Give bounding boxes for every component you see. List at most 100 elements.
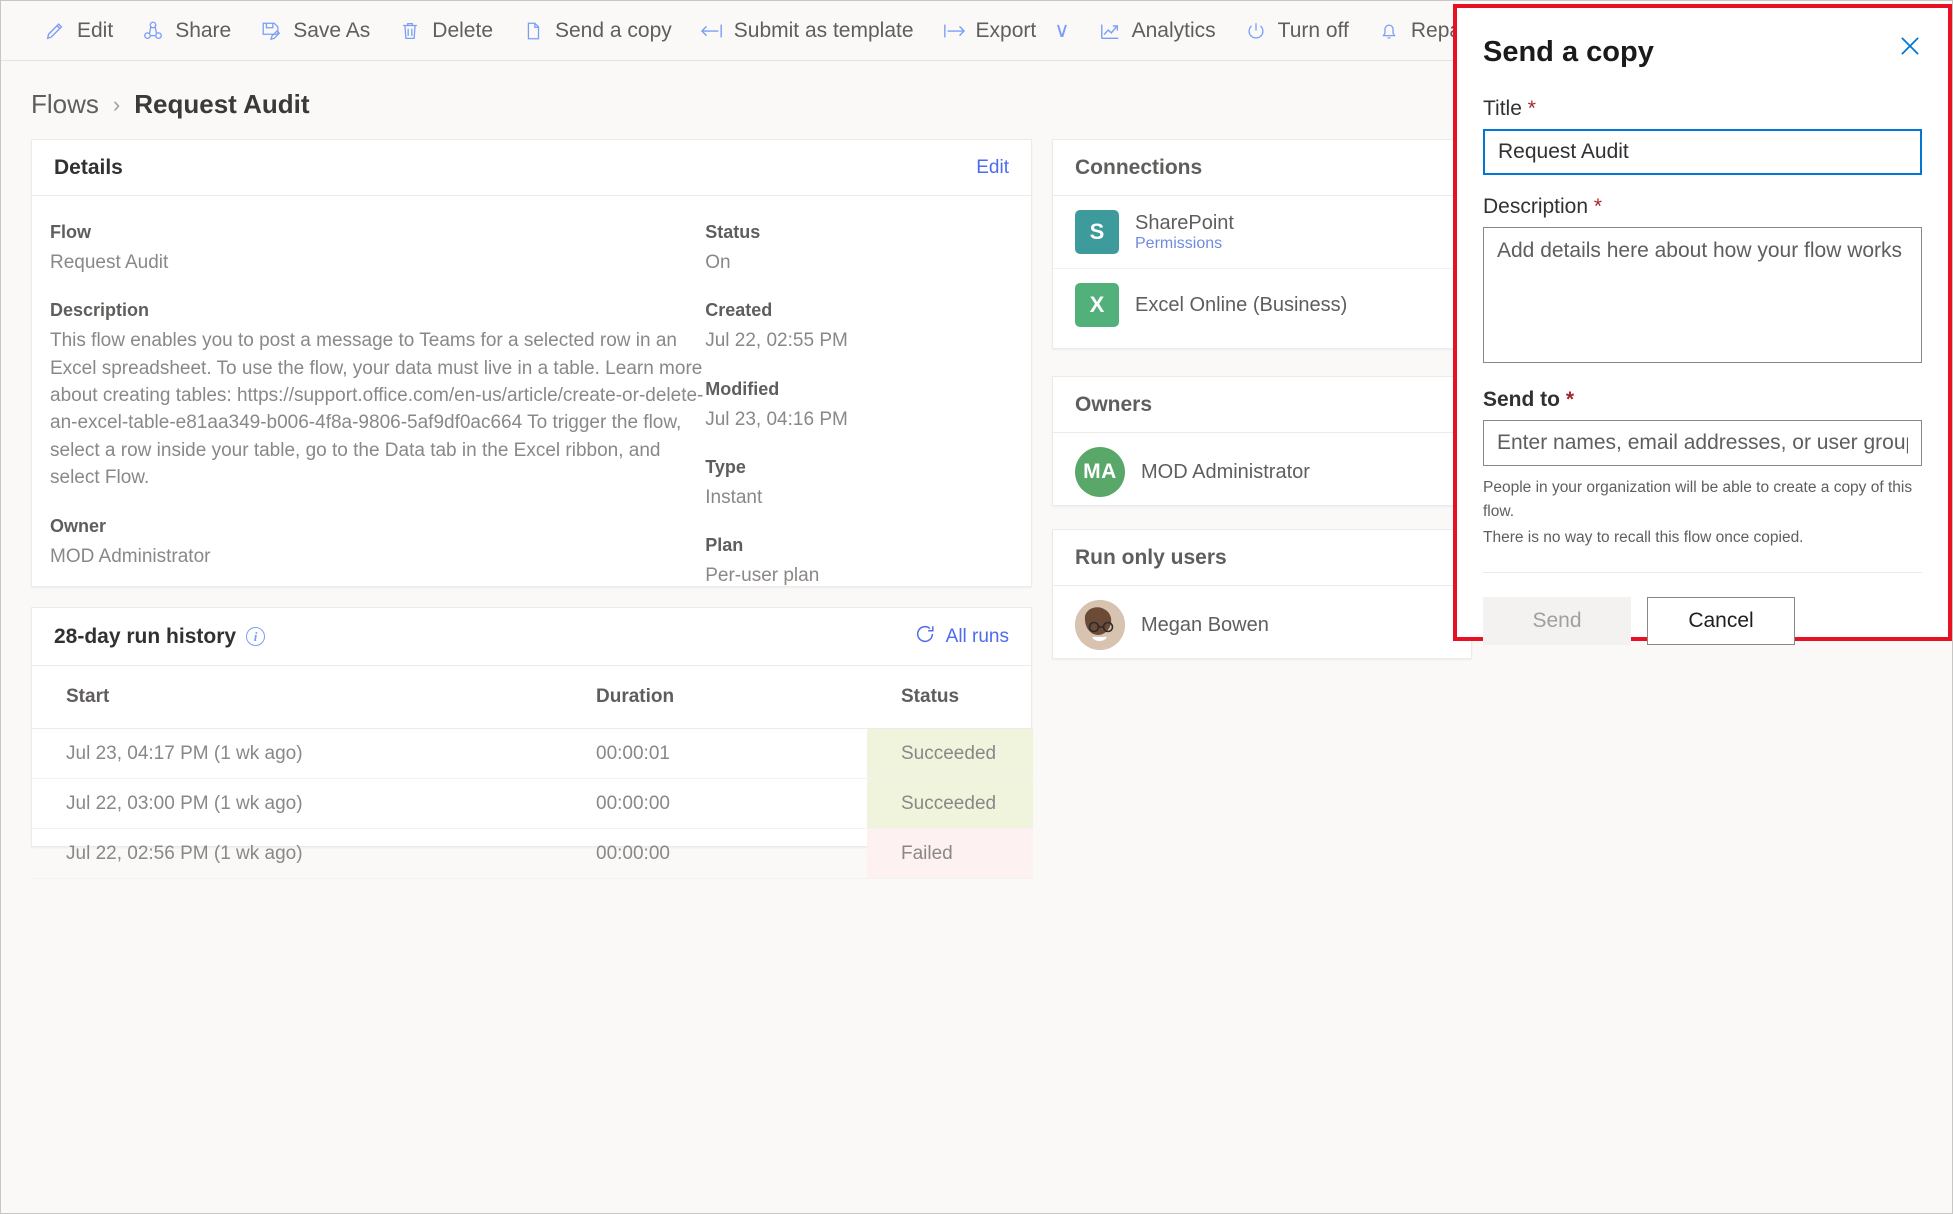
pencil-icon (43, 19, 67, 43)
created-label: Created (705, 300, 773, 321)
table-row[interactable]: Jul 22, 02:56 PM (1 wk ago) 00:00:00 Fai… (32, 828, 1033, 879)
owner-item[interactable]: MA MOD Administrator (1053, 433, 1471, 511)
save-as-button[interactable]: Save As (245, 9, 384, 53)
description-label: Description (50, 300, 150, 321)
share-button[interactable]: Share (127, 9, 245, 53)
required-asterisk: * (1593, 195, 1603, 218)
detail-field-type: Type Instant (705, 457, 1013, 511)
detail-field-status: Status On (705, 222, 1013, 276)
power-icon (1244, 19, 1268, 43)
run-start: Jul 22, 02:56 PM (1 wk ago) (32, 828, 562, 879)
analytics-button[interactable]: Analytics (1084, 9, 1230, 53)
dialog-actions: Send Cancel (1483, 597, 1922, 646)
plan-label: Plan (705, 535, 744, 556)
sharepoint-icon: S (1075, 210, 1119, 254)
run-duration: 00:00:00 (562, 828, 867, 879)
close-icon[interactable] (1894, 30, 1926, 62)
connections-header: Connections (1053, 140, 1471, 196)
modified-value: Jul 23, 04:16 PM (705, 408, 848, 430)
type-label: Type (705, 457, 746, 478)
chevron-right-icon: › (112, 91, 121, 117)
title-input[interactable] (1483, 129, 1922, 175)
export-button[interactable]: Export ∨ (928, 9, 1084, 53)
details-title: Details (54, 155, 123, 179)
sharepoint-glyph: S (1089, 219, 1105, 244)
column-header-start[interactable]: Start (32, 666, 562, 729)
arrow-right-bar-icon (942, 19, 966, 43)
send-to-label-text: Send to (1483, 388, 1560, 411)
table-row[interactable]: Jul 23, 04:17 PM (1 wk ago) 00:00:01 Suc… (32, 728, 1033, 779)
flow-value: Request Audit (50, 252, 169, 273)
plan-value: Per-user plan (705, 565, 820, 587)
excel-glyph: X (1089, 292, 1105, 317)
details-edit-link[interactable]: Edit (976, 157, 1009, 179)
column-header-duration[interactable]: Duration (562, 666, 867, 729)
send-to-input[interactable] (1483, 420, 1922, 466)
send-a-copy-label: Send a copy (555, 18, 672, 42)
owners-title: Owners (1075, 392, 1153, 416)
owner-label: Owner (50, 515, 107, 536)
send-to-help-line-1: People in your organization will be able… (1483, 479, 1913, 521)
chevron-down-icon: ∨ (1054, 19, 1070, 42)
send-a-copy-dialog: Send a copy Title * Description * Send t… (1453, 4, 1952, 646)
run-history-header: 28-day run history i All runs (32, 608, 1031, 666)
detail-field-modified: Modified Jul 23, 04:16 PM (705, 379, 1013, 433)
title-field-label: Title * (1483, 97, 1922, 121)
turn-off-label: Turn off (1277, 18, 1349, 42)
detail-field-created: Created Jul 22, 02:55 PM (705, 300, 1013, 354)
delete-button[interactable]: Delete (384, 9, 507, 53)
all-runs-link[interactable]: All runs (914, 623, 1009, 651)
run-history-title: 28-day run history (54, 624, 237, 648)
avatar (1075, 600, 1125, 650)
modified-label: Modified (705, 378, 780, 399)
bell-icon (1377, 19, 1401, 43)
run-only-user-name: Megan Bowen (1141, 613, 1269, 636)
connection-item-sharepoint[interactable]: S SharePoint Permissions (1053, 196, 1471, 269)
run-only-users-title: Run only users (1075, 545, 1227, 569)
page-title: Request Audit (134, 89, 310, 119)
edit-label: Edit (77, 18, 114, 42)
send-a-copy-button[interactable]: Send a copy (507, 9, 686, 53)
detail-field-plan: Plan Per-user plan (705, 535, 1013, 589)
connections-card: Connections S SharePoint Permissions X E… (1052, 139, 1472, 349)
analytics-label: Analytics (1131, 18, 1216, 42)
details-card: Details Edit Flow Request Audit Descript… (31, 139, 1032, 706)
submit-as-template-button[interactable]: Submit as template (686, 9, 928, 53)
share-icon (141, 19, 165, 43)
detail-field-description: Description This flow enables you to pos… (50, 300, 705, 491)
submit-as-template-label: Submit as template (733, 18, 914, 42)
run-only-users-header: Run only users (1053, 530, 1471, 586)
description-label-text: Description (1483, 195, 1589, 218)
detail-field-flow: Flow Request Audit (50, 222, 705, 276)
dialog-title: Send a copy (1483, 36, 1654, 68)
table-row[interactable]: Jul 22, 03:00 PM (1 wk ago) 00:00:00 Suc… (32, 778, 1033, 829)
run-history-table: Start Duration Status Jul 23, 04:17 PM (… (32, 666, 1033, 879)
send-to-field-label: Send to * (1483, 388, 1922, 412)
save-as-label: Save As (293, 18, 371, 42)
edit-button[interactable]: Edit (29, 9, 127, 53)
delete-label: Delete (432, 18, 493, 42)
send-button[interactable]: Send (1483, 597, 1631, 646)
run-history-title-group: 28-day run history i (54, 624, 266, 649)
trash-icon (398, 19, 422, 43)
column-header-status[interactable]: Status (867, 666, 1033, 729)
description-textarea[interactable] (1483, 227, 1922, 363)
type-value: Instant (705, 487, 763, 509)
details-right-column: Status On Created Jul 22, 02:55 PM Modif… (705, 222, 1013, 614)
connection-item-excel[interactable]: X Excel Online (Business) (1053, 269, 1471, 341)
turn-off-button[interactable]: Turn off (1230, 9, 1363, 53)
status-value: On (705, 252, 731, 273)
breadcrumb-flows-link[interactable]: Flows (31, 89, 99, 120)
info-icon[interactable]: i (246, 627, 266, 646)
share-label: Share (175, 18, 232, 42)
save-as-icon (259, 19, 283, 43)
run-only-users-card: Run only users Megan Bowen (1052, 529, 1472, 659)
run-only-user-item[interactable]: Megan Bowen (1053, 586, 1471, 664)
cancel-button[interactable]: Cancel (1647, 597, 1795, 646)
run-history-card: 28-day run history i All runs Start Dura… (31, 607, 1033, 879)
connection-permissions-link[interactable]: Permissions (1135, 235, 1234, 253)
line-chart-icon (1098, 19, 1122, 43)
title-label-text: Title (1483, 97, 1522, 120)
connection-text-group: SharePoint Permissions (1135, 212, 1234, 253)
